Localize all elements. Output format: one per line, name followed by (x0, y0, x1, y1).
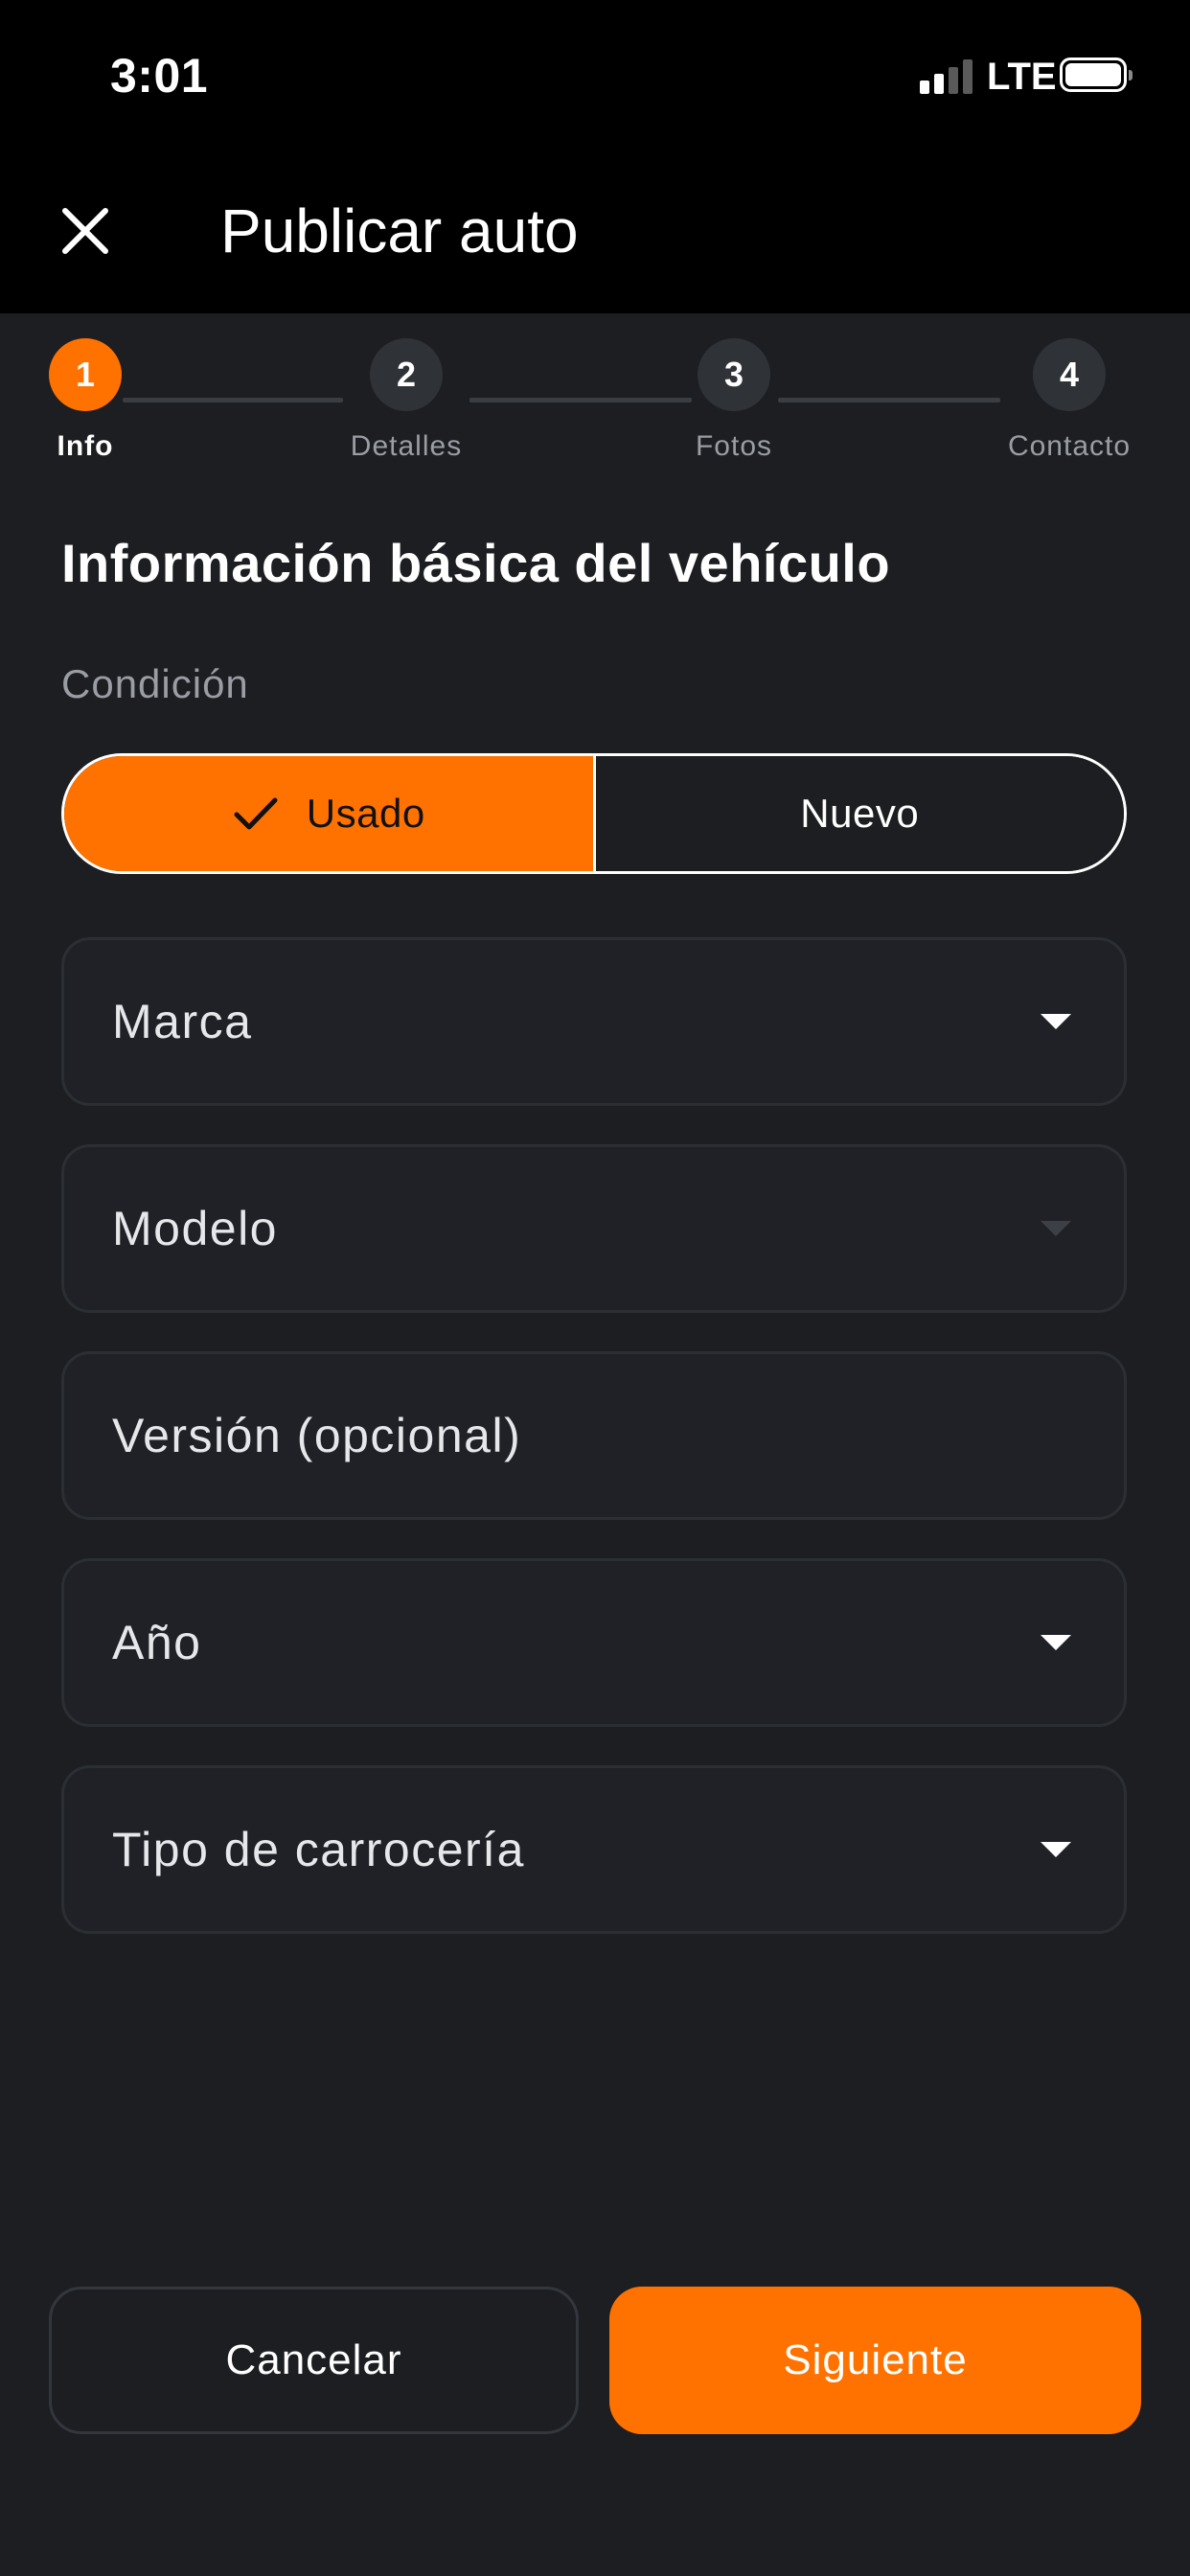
section-title: Información básica del vehículo (61, 533, 891, 593)
battery-icon (1060, 58, 1133, 92)
condition-toggle: Usado Nuevo (61, 753, 1127, 874)
step-4-indicator: 4 (1033, 338, 1106, 411)
condition-label: Condición (61, 661, 249, 706)
condition-option-new[interactable]: Nuevo (595, 756, 1124, 871)
status-time: 3:01 (110, 49, 209, 103)
step-connector (123, 398, 343, 402)
step-2-indicator: 2 (370, 338, 443, 411)
step-connector (469, 398, 692, 402)
check-icon (234, 797, 278, 830)
dropdown-caret-icon (1041, 1842, 1071, 1857)
dropdown-caret-icon (1041, 1014, 1071, 1029)
year-dropdown[interactable]: Año (61, 1558, 1127, 1727)
version-label: Versión (opcional) (112, 1409, 522, 1462)
condition-option-used[interactable]: Usado (64, 756, 596, 871)
version-input[interactable]: Versión (opcional) (61, 1351, 1127, 1520)
dropdown-caret-icon (1041, 1221, 1071, 1236)
progress-stepper: 1 2 3 4 Info Detalles Fotos Contacto (0, 313, 1190, 476)
page-title: Publicar auto (220, 196, 579, 265)
close-icon (62, 208, 108, 254)
body-type-dropdown[interactable]: Tipo de carrocería (61, 1765, 1127, 1934)
step-3-label: Fotos (695, 430, 773, 462)
close-button[interactable] (56, 201, 115, 261)
step-2-label: Detalles (350, 430, 463, 462)
step-1-label: Info (57, 430, 114, 462)
app-header: Publicar auto (0, 153, 1190, 313)
next-button[interactable]: Siguiente (609, 2287, 1141, 2434)
model-dropdown[interactable]: Modelo (61, 1144, 1127, 1313)
step-1-indicator: 1 (49, 338, 122, 411)
dropdown-caret-icon (1041, 1635, 1071, 1650)
brand-label: Marca (112, 995, 253, 1048)
year-label: Año (112, 1616, 202, 1669)
brand-dropdown[interactable]: Marca (61, 937, 1127, 1106)
publish-car-screen: 3:01 LTE Publicar auto 1 2 3 4 Info Deta… (0, 0, 1190, 2576)
step-4-label: Contacto (1007, 430, 1132, 462)
status-bar: 3:01 LTE (0, 0, 1190, 153)
step-connector (778, 398, 1000, 402)
condition-option-used-label: Usado (306, 791, 425, 836)
step-3-indicator: 3 (698, 338, 770, 411)
body-type-label: Tipo de carrocería (112, 1823, 525, 1876)
condition-option-new-label: Nuevo (800, 791, 920, 836)
network-type: LTE (987, 56, 1057, 98)
signal-icon (920, 59, 973, 94)
model-label: Modelo (112, 1202, 278, 1255)
cancel-button[interactable]: Cancelar (49, 2287, 579, 2434)
